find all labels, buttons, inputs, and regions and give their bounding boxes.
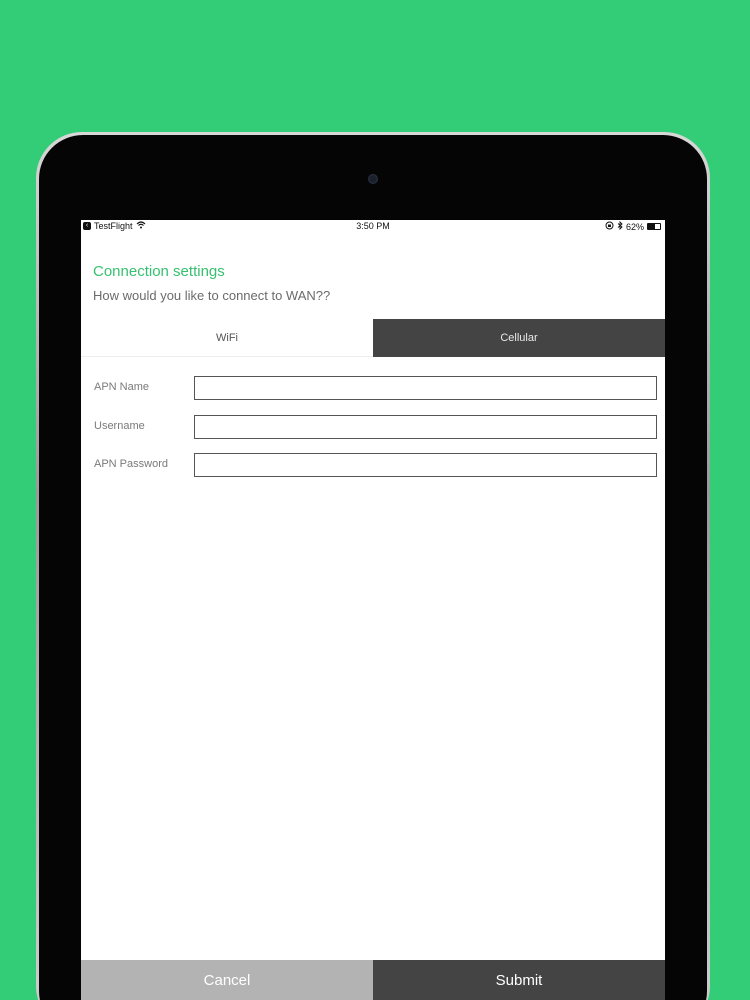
- page-subtitle: How would you like to connect to WAN??: [93, 288, 331, 303]
- battery-level: [648, 224, 656, 229]
- apn-name-label: APN Name: [94, 381, 150, 393]
- orientation-lock-icon: [605, 221, 614, 232]
- status-right: 62%: [605, 220, 661, 232]
- page-title: Connection settings: [93, 263, 225, 280]
- action-bar: Cancel Submit: [81, 960, 665, 1000]
- tab-cellular[interactable]: Cellular: [373, 319, 665, 357]
- apn-password-row: APN Password: [81, 453, 665, 477]
- status-time: 3:50 PM: [356, 221, 390, 231]
- apn-name-input[interactable]: [194, 376, 657, 400]
- battery-icon: [647, 223, 661, 230]
- username-row: Username: [81, 415, 665, 439]
- connection-type-tabs: WiFi Cellular: [81, 319, 665, 357]
- status-bar: ‹ TestFlight 3:50 PM 62%: [81, 220, 665, 233]
- username-label: Username: [94, 420, 145, 432]
- bluetooth-icon: [617, 220, 623, 232]
- tab-wifi[interactable]: WiFi: [81, 319, 373, 357]
- device-screen: ‹ TestFlight 3:50 PM 62% Connection sett…: [81, 220, 665, 1000]
- submit-button[interactable]: Submit: [373, 960, 665, 1000]
- username-input[interactable]: [194, 415, 657, 439]
- apn-name-row: APN Name: [81, 376, 665, 400]
- cancel-button[interactable]: Cancel: [81, 960, 373, 1000]
- apn-password-input[interactable]: [194, 453, 657, 477]
- battery-percent: 62%: [625, 221, 644, 232]
- apn-password-label: APN Password: [94, 458, 168, 470]
- front-camera: [368, 174, 378, 184]
